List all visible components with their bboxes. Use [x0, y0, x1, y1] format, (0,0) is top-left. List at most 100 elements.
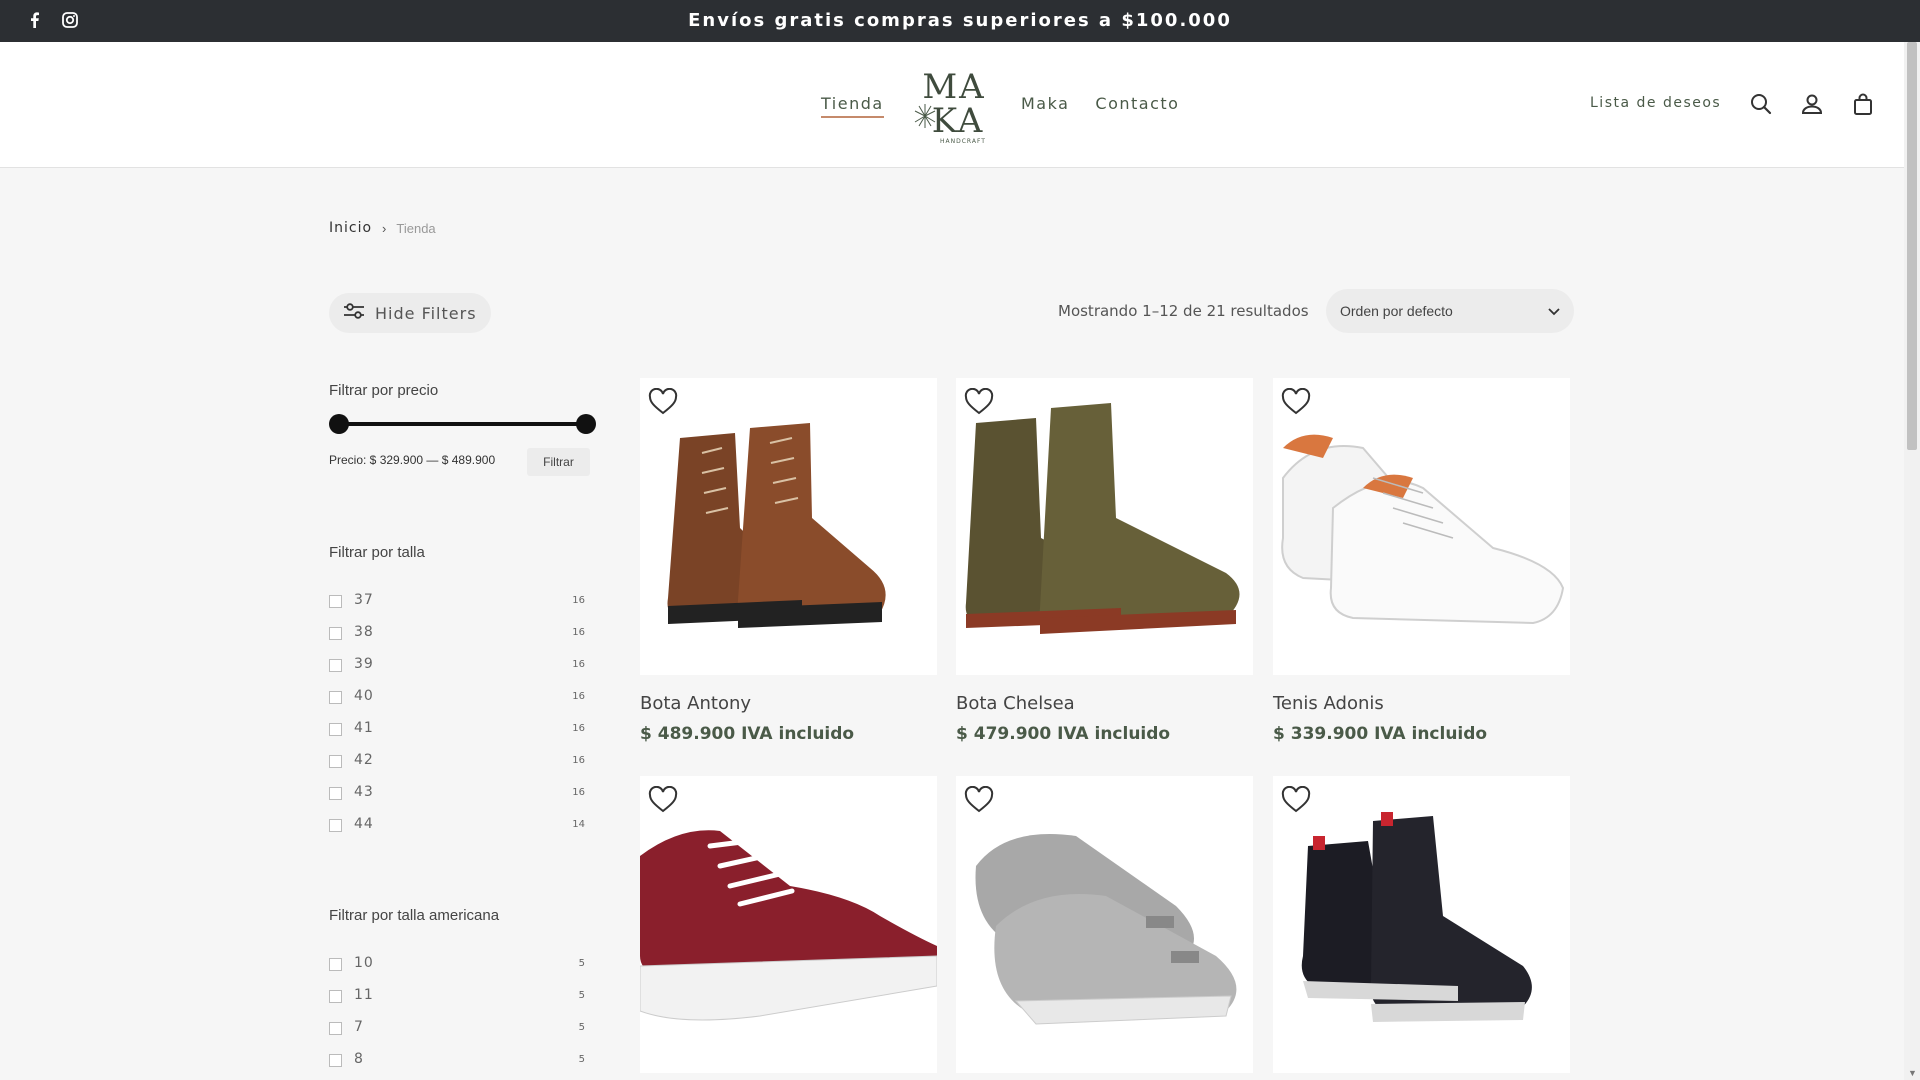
us-size-option[interactable]: 75: [329, 1016, 589, 1048]
breadcrumb-current: Tienda: [396, 220, 436, 236]
product-image[interactable]: [1273, 776, 1570, 1073]
wishlist-heart-icon[interactable]: [648, 785, 678, 814]
product-card[interactable]: [1273, 776, 1570, 1080]
us-size-count: 5: [578, 1054, 585, 1065]
product-card[interactable]: Bota Chelsea $ 479.900 IVA incluido: [956, 378, 1253, 744]
account-icon[interactable]: [1800, 92, 1824, 116]
bag-icon[interactable]: [1851, 92, 1875, 116]
size-option[interactable]: 38 16: [329, 621, 589, 653]
site-header: Tienda MA KA HANDCRAFT Maka Contacto Lis…: [0, 42, 1904, 168]
product-image[interactable]: [640, 378, 937, 675]
us-size-option[interactable]: 10 5: [329, 952, 589, 984]
filter-sliders-icon: [343, 302, 365, 324]
announcement-text: Envíos gratis compras superiores a $100.…: [688, 10, 1232, 31]
chevron-down-icon: [1548, 303, 1560, 319]
scrollbar-thumb[interactable]: [1907, 42, 1917, 450]
size-option[interactable]: 40 16: [329, 685, 589, 717]
product-name[interactable]: Bota Chelsea: [956, 693, 1253, 714]
wishlist-heart-icon[interactable]: [1281, 387, 1311, 416]
size-count: 16: [572, 627, 585, 638]
hide-filters-button[interactable]: Hide Filters: [329, 293, 491, 333]
size-checkbox[interactable]: [329, 819, 342, 832]
size-checkbox[interactable]: [329, 659, 342, 672]
breadcrumb-separator: ›: [382, 220, 387, 236]
size-value: 40: [354, 688, 374, 704]
us-size-filter-title: Filtrar por talla americana: [329, 907, 500, 924]
orderby-select[interactable]: Orden por defecto: [1326, 289, 1574, 333]
size-option[interactable]: 44 14: [329, 813, 589, 845]
size-option[interactable]: 42 16: [329, 749, 589, 781]
size-value: 38: [354, 624, 374, 640]
size-checkbox[interactable]: [329, 691, 342, 704]
wishlist-link[interactable]: Lista de deseos: [1590, 95, 1721, 111]
size-count: 16: [572, 755, 585, 766]
size-value: 43: [354, 784, 374, 800]
size-count: 16: [572, 659, 585, 670]
breadcrumb: Inicio › Tienda: [329, 220, 436, 236]
product-name[interactable]: Tenis Adonis: [1273, 693, 1570, 714]
us-size-checkbox[interactable]: [329, 990, 342, 1003]
size-option[interactable]: 41 16: [329, 717, 589, 749]
size-count: 14: [572, 819, 585, 830]
product-image[interactable]: [640, 776, 937, 1073]
product-card[interactable]: Tenis Adonis $ 339.900 IVA incluido: [1273, 378, 1570, 744]
price-slider-track[interactable]: [338, 422, 586, 426]
size-count: 16: [572, 787, 585, 798]
wishlist-heart-icon[interactable]: [964, 387, 994, 416]
us-size-count: 5: [578, 958, 585, 969]
us-size-option[interactable]: 85: [329, 1048, 589, 1080]
product-image[interactable]: [956, 378, 1253, 675]
announcement-bar: Envíos gratis compras superiores a $100.…: [0, 0, 1920, 42]
us-size-value: 11: [354, 987, 374, 1003]
us-size-checkbox[interactable]: [329, 958, 342, 971]
size-option[interactable]: 37 16: [329, 589, 589, 621]
product-card[interactable]: [956, 776, 1253, 1080]
search-icon[interactable]: [1749, 92, 1773, 116]
page-scrollbar[interactable]: ▲ ▼: [1904, 42, 1920, 1080]
size-checkbox[interactable]: [329, 787, 342, 800]
product-price: $ 489.900 IVA incluido: [640, 724, 855, 744]
size-value: 39: [354, 656, 374, 672]
size-value: 41: [354, 720, 374, 736]
product-price: $ 339.900 IVA incluido: [1273, 724, 1488, 744]
nav-maka[interactable]: Maka: [1021, 94, 1069, 113]
size-count: 16: [572, 595, 585, 606]
result-count: Mostrando 1–12 de 21 resultados: [1058, 302, 1309, 320]
size-checkbox[interactable]: [329, 723, 342, 736]
us-size-option[interactable]: 11 5: [329, 984, 589, 1016]
svg-text:HANDCRAFT: HANDCRAFT: [940, 138, 986, 145]
us-size-checkbox[interactable]: [329, 1054, 342, 1067]
site-logo[interactable]: MA KA HANDCRAFT: [911, 66, 997, 146]
wishlist-heart-icon[interactable]: [648, 387, 678, 416]
nav-contacto[interactable]: Contacto: [1095, 94, 1179, 113]
scroll-down-icon[interactable]: ▼: [1908, 1068, 1917, 1078]
size-option[interactable]: 39 16: [329, 653, 589, 685]
size-checkbox[interactable]: [329, 595, 342, 608]
us-size-value: 10: [354, 955, 374, 971]
hide-filters-label: Hide Filters: [375, 303, 477, 323]
breadcrumb-home[interactable]: Inicio: [329, 220, 372, 236]
product-price: $ 479.900 IVA incluido: [956, 724, 1171, 744]
product-name[interactable]: Bota Antony: [640, 693, 937, 714]
product-image[interactable]: [956, 776, 1253, 1073]
price-slider-max-handle[interactable]: [576, 414, 596, 434]
us-size-checkbox[interactable]: [329, 1022, 342, 1035]
size-option[interactable]: 43 16: [329, 781, 589, 813]
product-image[interactable]: [1273, 378, 1570, 675]
svg-text:KA: KA: [932, 101, 985, 141]
us-size-value: 8: [354, 1051, 364, 1067]
nav-tienda[interactable]: Tienda: [821, 94, 884, 118]
size-count: 16: [572, 691, 585, 702]
nav-left: Tienda: [821, 94, 884, 118]
price-filter-button[interactable]: Filtrar: [527, 448, 590, 476]
size-filter-list: 37 16 38 16 39 16 40 16 41 16 42 16 43 16 44 14: [329, 589, 589, 845]
price-slider-min-handle[interactable]: [329, 414, 349, 434]
product-card[interactable]: [640, 776, 937, 1080]
size-checkbox[interactable]: [329, 755, 342, 768]
product-card[interactable]: Bota Antony $ 489.900 IVA incluido: [640, 378, 937, 744]
wishlist-heart-icon[interactable]: [964, 785, 994, 814]
size-checkbox[interactable]: [329, 627, 342, 640]
size-count: 16: [572, 723, 585, 734]
size-filter-title: Filtrar por talla: [329, 544, 425, 561]
wishlist-heart-icon[interactable]: [1281, 785, 1311, 814]
